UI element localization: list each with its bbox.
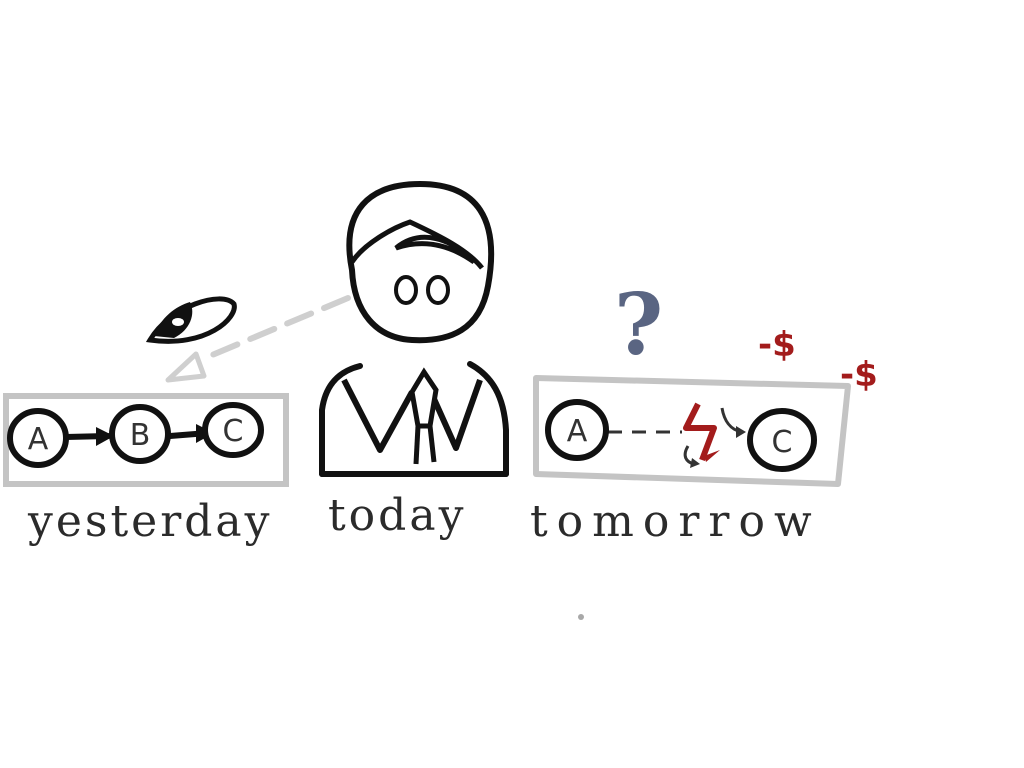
stray-dot [578, 614, 584, 620]
eye-icon [145, 296, 237, 344]
cost-mark-2: -$ [840, 355, 878, 395]
node-label: A [28, 422, 49, 457]
caption-yesterday: yesterday [27, 496, 273, 547]
yesterday-group: A B C yesterday [3, 393, 289, 547]
question-mark-icon: ? [614, 275, 663, 374]
yesterday-arrow-ab [63, 427, 114, 446]
caption-today: today [328, 490, 466, 541]
worried-person-icon [319, 180, 509, 477]
tomorrow-node-c: C [747, 408, 817, 472]
cost-mark-1: -$ [758, 325, 796, 365]
node-label: A [567, 414, 588, 449]
node-label: C [772, 425, 793, 460]
tomorrow-node-a: A [545, 399, 609, 461]
broken-link-icon [683, 402, 746, 468]
yesterday-node-b: B [109, 404, 171, 464]
node-label: B [130, 418, 151, 453]
person-eye-right [426, 275, 450, 305]
tomorrow-group: A C tomorrow [530, 375, 851, 547]
node-label: C [223, 414, 244, 449]
yesterday-node-a: A [7, 408, 69, 468]
diagram-canvas: A B C yesterday today A C tomorrow ? -$ … [3, 180, 878, 620]
person-eye-left [394, 275, 418, 305]
yesterday-node-c: C [202, 402, 264, 458]
caption-tomorrow: tomorrow [530, 496, 821, 547]
